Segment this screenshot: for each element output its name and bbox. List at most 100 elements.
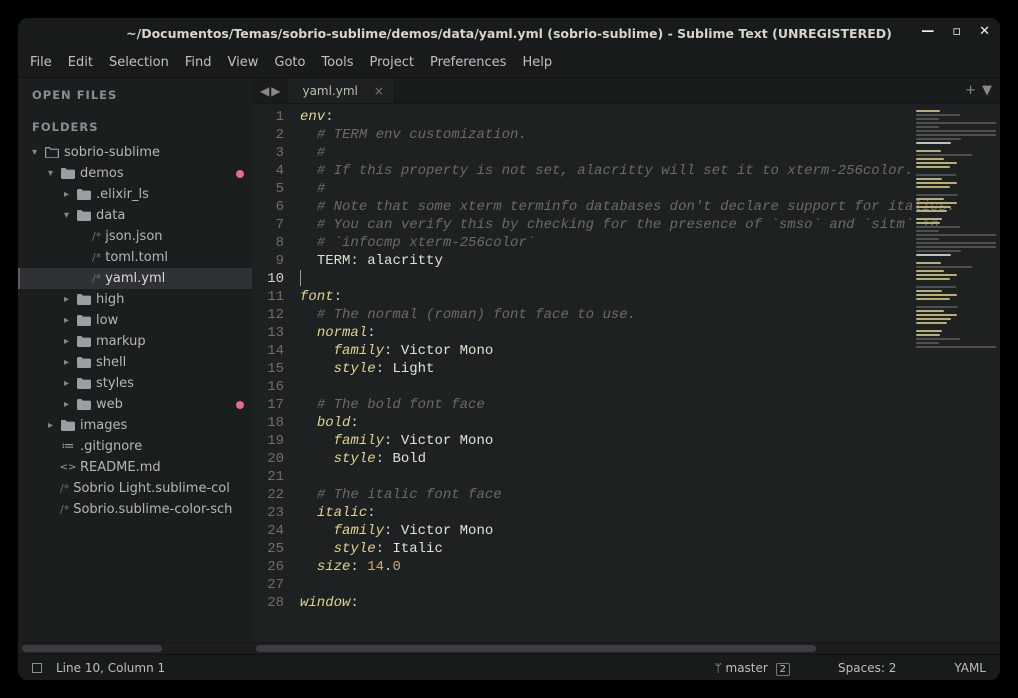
statusbar: Line 10, Column 1 ᛘ master 2 Spaces: 2 Y… (18, 654, 1000, 680)
code-line[interactable]: # The normal (roman) font face to use. (300, 306, 994, 324)
code-line[interactable]: style: Bold (300, 450, 994, 468)
code-line[interactable]: window: (300, 594, 994, 612)
close-button[interactable]: ✕ (979, 25, 990, 38)
tree-label: Sobrio.sublime-color-sch (73, 502, 232, 517)
tree-label: web (96, 397, 123, 412)
cursor-position[interactable]: Line 10, Column 1 (56, 661, 165, 675)
code-line[interactable]: # You can verify this by checking for th… (300, 216, 994, 234)
file-sobrio light.sublime-col[interactable]: /*Sobrio Light.sublime-col (18, 478, 252, 499)
maximize-button[interactable]: ▫ (952, 25, 961, 38)
code-line[interactable]: style: Italic (300, 540, 994, 558)
titlebar: ~/Documentos/Temas/sobrio-sublime/demos/… (18, 18, 1000, 48)
code[interactable]: env: # TERM env customization. # # If th… (294, 104, 1000, 642)
tab-nav-next-icon[interactable]: ▶ (271, 84, 280, 98)
tab-close-icon[interactable]: × (374, 84, 384, 98)
code-line[interactable] (300, 270, 994, 288)
code-line[interactable]: # (300, 180, 994, 198)
folder-icon (76, 315, 92, 326)
folder-shell[interactable]: ▸shell (18, 352, 252, 373)
tab-yaml[interactable]: yaml.yml × (288, 78, 394, 103)
folder-demos[interactable]: ▾demos (18, 163, 252, 184)
code-line[interactable]: # If this property is not set, alacritty… (300, 162, 994, 180)
file-readme.md[interactable]: <>README.md (18, 457, 252, 478)
sidebar: OPEN FILES FOLDERS ▾sobrio-sublime▾demos… (18, 78, 252, 654)
file-sobrio.sublime-color-sch[interactable]: /*Sobrio.sublime-color-sch (18, 499, 252, 520)
code-line[interactable]: size: 14.0 (300, 558, 994, 576)
folder-web[interactable]: ▸ web (18, 394, 252, 415)
menu-help[interactable]: Help (522, 55, 552, 70)
tab-menu-icon[interactable]: ▼ (982, 83, 992, 98)
panel-toggle-icon[interactable] (32, 663, 42, 673)
code-line[interactable]: font: (300, 288, 994, 306)
file-yaml.yml[interactable]: /* yaml.yml (18, 268, 252, 289)
code-line[interactable] (300, 378, 994, 396)
menu-selection[interactable]: Selection (109, 55, 169, 70)
minimize-button[interactable]: — (921, 25, 934, 38)
folder-data[interactable]: ▾data (18, 205, 252, 226)
code-line[interactable]: # TERM env customization. (300, 126, 994, 144)
indentation-status[interactable]: Spaces: 2 (838, 661, 896, 675)
new-tab-icon[interactable]: + (965, 83, 976, 98)
tree-label: yaml.yml (105, 271, 165, 286)
code-line[interactable]: bold: (300, 414, 994, 432)
code-line[interactable]: # The italic font face (300, 486, 994, 504)
menu-goto[interactable]: Goto (274, 55, 305, 70)
chevron-icon: ▸ (64, 378, 74, 389)
code-view[interactable]: 1234567891011121314151617181920212223242… (252, 104, 1000, 642)
git-branch[interactable]: ᛘ master 2 (714, 661, 790, 675)
tab-nav: ◀ ▶ (252, 78, 288, 103)
tree-label: low (96, 313, 118, 328)
file-ext-icon: /* (60, 482, 69, 495)
file-.gitignore[interactable]: ≔.gitignore (18, 436, 252, 457)
code-line[interactable]: style: Light (300, 360, 994, 378)
code-line[interactable]: italic: (300, 504, 994, 522)
menu-preferences[interactable]: Preferences (430, 55, 506, 70)
code-line[interactable] (300, 468, 994, 486)
app-window: ~/Documentos/Temas/sobrio-sublime/demos/… (18, 18, 1000, 680)
folder-icon (76, 210, 92, 221)
menu-view[interactable]: View (228, 55, 259, 70)
file-ext-icon: /* (92, 272, 101, 285)
sidebar-scrollbar[interactable] (18, 642, 252, 654)
tree-label: styles (96, 376, 134, 391)
code-line[interactable]: # Note that some xterm terminfo database… (300, 198, 994, 216)
folder-.elixir_ls[interactable]: ▸.elixir_ls (18, 184, 252, 205)
folder-icon (76, 189, 92, 200)
tab-nav-prev-icon[interactable]: ◀ (260, 84, 269, 98)
menubar: File Edit Selection Find View Goto Tools Projec… (18, 48, 1000, 78)
code-line[interactable] (300, 576, 994, 594)
syntax-status[interactable]: YAML (954, 661, 986, 675)
menu-file[interactable]: File (30, 55, 52, 70)
menu-tools[interactable]: Tools (321, 55, 353, 70)
chevron-icon: ▸ (64, 399, 74, 410)
folder-high[interactable]: ▸high (18, 289, 252, 310)
code-line[interactable]: # `infocmp xterm-256color` (300, 234, 994, 252)
code-line[interactable]: family: Victor Mono (300, 342, 994, 360)
folder-low[interactable]: ▸ low (18, 310, 252, 331)
folder-icon (76, 336, 92, 347)
code-line[interactable]: # (300, 144, 994, 162)
chevron-icon: ▾ (32, 147, 42, 158)
file-ext-icon: /* (92, 251, 101, 264)
file-json.json[interactable]: /*json.json (18, 226, 252, 247)
tree-label: data (96, 208, 125, 223)
editor-scrollbar[interactable] (252, 642, 1000, 654)
code-line[interactable]: # The bold font face (300, 396, 994, 414)
code-line[interactable]: TERM: alacritty (300, 252, 994, 270)
folder-styles[interactable]: ▸ styles (18, 373, 252, 394)
code-line[interactable]: normal: (300, 324, 994, 342)
menu-find[interactable]: Find (185, 55, 212, 70)
menu-edit[interactable]: Edit (68, 55, 93, 70)
menu-project[interactable]: Project (369, 55, 413, 70)
code-line[interactable]: family: Victor Mono (300, 432, 994, 450)
vcs-modified-dot-icon (236, 401, 244, 409)
file-toml.toml[interactable]: /*toml.toml (18, 247, 252, 268)
folder-markup[interactable]: ▸markup (18, 331, 252, 352)
folder-sobrio-sublime[interactable]: ▾sobrio-sublime (18, 142, 252, 163)
code-line[interactable]: family: Victor Mono (300, 522, 994, 540)
folder-icon (76, 399, 92, 410)
vcs-modified-dot-icon (236, 170, 244, 178)
code-line[interactable]: env: (300, 108, 994, 126)
chevron-icon: ▸ (64, 315, 74, 326)
folder-images[interactable]: ▸images (18, 415, 252, 436)
